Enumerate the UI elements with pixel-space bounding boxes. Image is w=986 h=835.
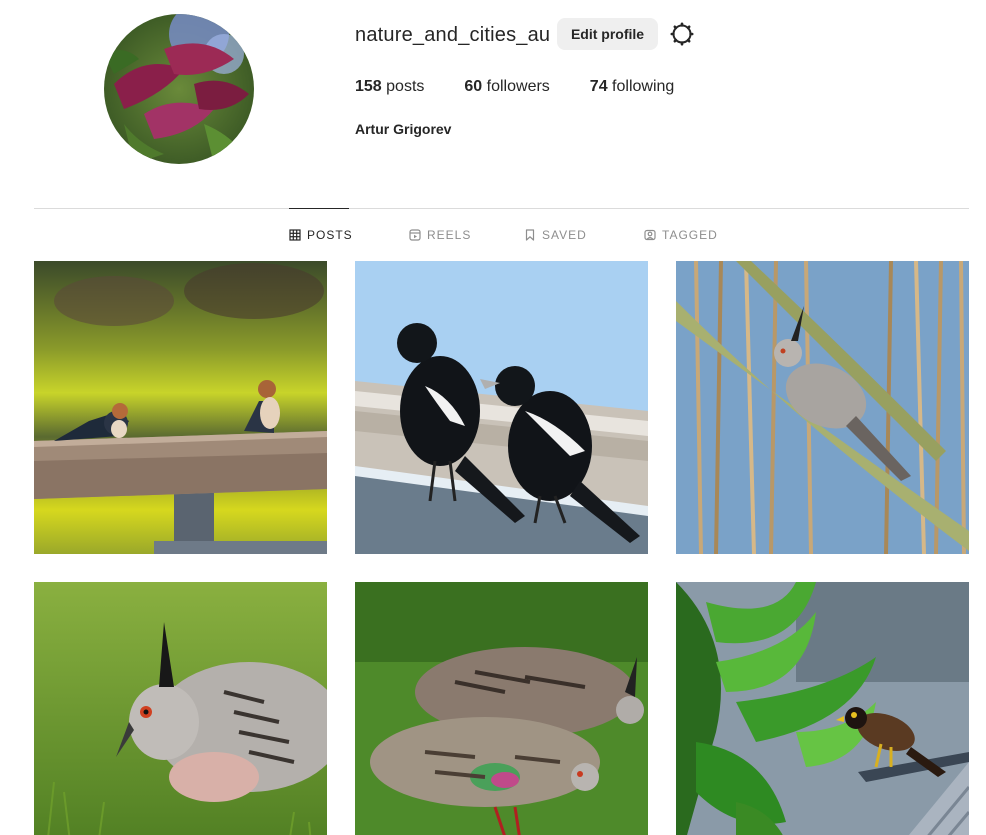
- followers-count-label: followers: [486, 78, 550, 95]
- posts-count: 158 posts: [355, 78, 424, 96]
- tagged-icon: [644, 229, 656, 241]
- grid-icon: [289, 229, 301, 241]
- profile-stats: 158 posts 60 followers 74 following: [355, 78, 714, 96]
- profile-full-name: Artur Grigorev: [355, 121, 452, 137]
- posts-count-label: posts: [386, 78, 425, 95]
- post-thumbnail[interactable]: [676, 582, 969, 835]
- following-count-label: following: [612, 78, 675, 95]
- profile-username: nature_and_cities_au: [355, 24, 551, 46]
- settings-gear-icon[interactable]: [670, 22, 694, 46]
- tab-tagged-label: TAGGED: [662, 228, 718, 242]
- bookmark-icon: [524, 229, 536, 241]
- tab-posts-label: POSTS: [307, 228, 353, 242]
- tab-saved-label: SAVED: [542, 228, 587, 242]
- tab-reels[interactable]: REELS: [409, 228, 471, 242]
- edit-profile-button[interactable]: Edit profile: [557, 18, 658, 50]
- followers-link[interactable]: 60 followers: [464, 78, 549, 96]
- tab-reels-label: REELS: [427, 228, 472, 242]
- following-link[interactable]: 74 following: [590, 78, 675, 96]
- followers-count-number: 60: [464, 78, 483, 95]
- post-thumbnail[interactable]: [34, 582, 327, 835]
- post-thumbnail[interactable]: [355, 582, 648, 835]
- tabs-divider: [34, 208, 969, 209]
- tab-saved[interactable]: SAVED: [524, 228, 587, 242]
- post-thumbnail[interactable]: [34, 261, 327, 554]
- post-thumbnail[interactable]: [355, 261, 648, 554]
- active-tab-indicator: [289, 208, 349, 209]
- profile-tabs: POSTS REELS SAVED TAGGED: [0, 228, 986, 244]
- tab-posts[interactable]: POSTS: [289, 228, 353, 242]
- reels-icon: [409, 229, 421, 241]
- following-count-number: 74: [589, 78, 608, 95]
- profile-avatar[interactable]: [104, 14, 254, 164]
- post-thumbnail[interactable]: [676, 261, 969, 554]
- tab-tagged[interactable]: TAGGED: [644, 228, 718, 242]
- posts-count-number: 158: [355, 78, 382, 95]
